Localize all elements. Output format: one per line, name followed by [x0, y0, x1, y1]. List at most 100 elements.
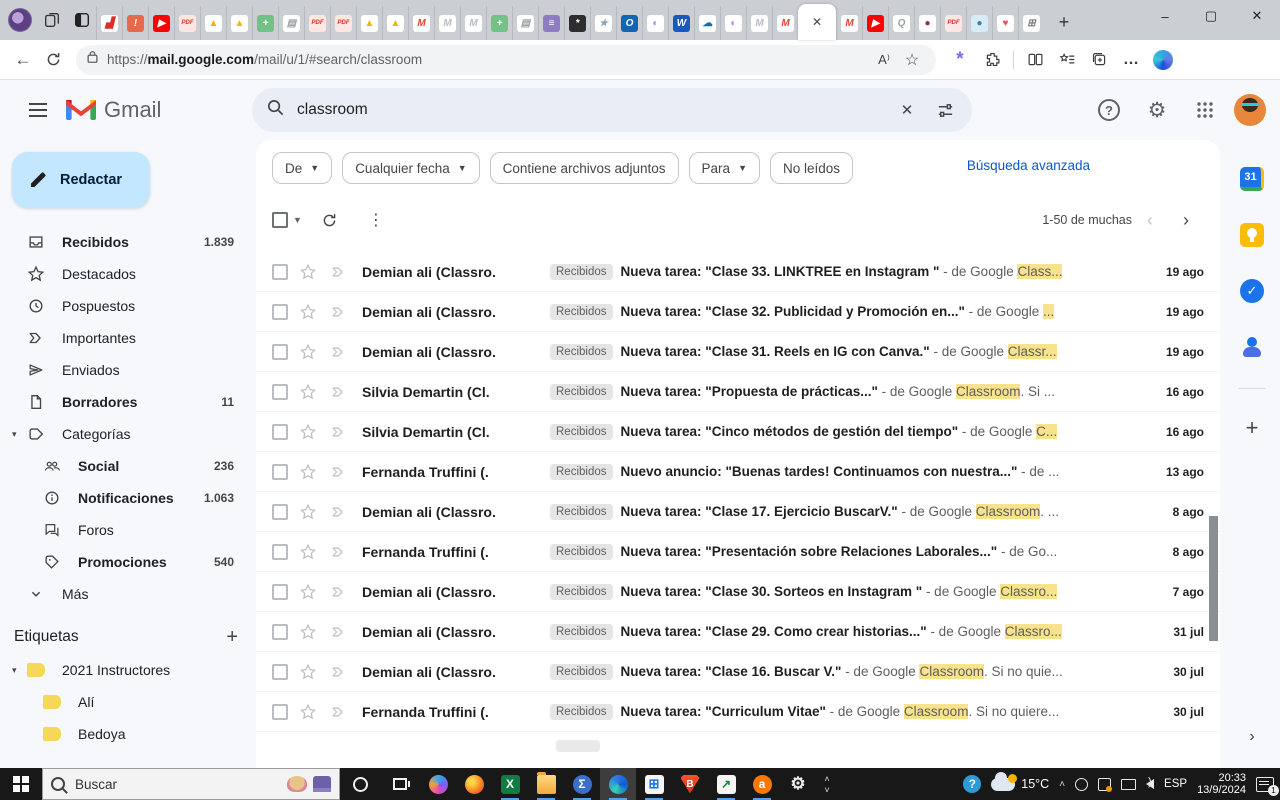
- importance-marker-icon[interactable]: [328, 503, 348, 521]
- email-row[interactable]: Demian ali (Classro. Recibidos Nueva tar…: [256, 492, 1220, 532]
- pinned-tab-sheets[interactable]: +: [252, 6, 278, 40]
- google-apps-grid-icon[interactable]: [1186, 91, 1224, 129]
- importance-marker-icon[interactable]: [328, 383, 348, 401]
- star-icon[interactable]: [298, 463, 318, 481]
- pinned-tab-word[interactable]: W: [668, 6, 694, 40]
- tab-close-icon[interactable]: ✕: [812, 15, 822, 29]
- extensions-puzzle-icon[interactable]: [978, 46, 1006, 74]
- favorite-star-icon[interactable]: ☆: [898, 50, 926, 70]
- importance-marker-icon[interactable]: [328, 663, 348, 681]
- star-icon[interactable]: [298, 423, 318, 441]
- pinned-tab-gmail[interactable]: M: [836, 6, 862, 40]
- taskbar-app-firefox[interactable]: [456, 768, 492, 800]
- pinned-tab-mail-muted[interactable]: M: [746, 6, 772, 40]
- sidebar-item-enviados[interactable]: Enviados: [0, 354, 256, 386]
- tray-icon-volume[interactable]: [1146, 776, 1155, 789]
- start-button[interactable]: [0, 768, 42, 800]
- more-actions-icon[interactable]: ⋮: [358, 202, 394, 238]
- sidebar-item-promociones[interactable]: Promociones 540: [0, 546, 256, 578]
- email-checkbox[interactable]: [272, 343, 288, 360]
- filter-chip-contiene-archivos-adjuntos[interactable]: Contiene archivos adjuntos: [489, 152, 679, 184]
- task-view-button[interactable]: [380, 768, 420, 800]
- list-scrollbar[interactable]: [1209, 376, 1218, 768]
- get-addons-icon[interactable]: +: [1246, 415, 1259, 441]
- pinned-tab-drive[interactable]: ▲: [226, 6, 252, 40]
- pinned-tab-circle-darkred[interactable]: ●: [914, 6, 940, 40]
- help-icon[interactable]: ?: [1090, 91, 1128, 129]
- importance-marker-icon[interactable]: [328, 263, 348, 281]
- label-item-2021-instructores[interactable]: ▾ 2021 Instructores: [0, 654, 256, 686]
- email-checkbox[interactable]: [272, 583, 288, 600]
- split-screen-icon[interactable]: [1021, 46, 1049, 74]
- pinned-tab-loop-purple[interactable]: ◐: [720, 6, 746, 40]
- taskbar-app-brave[interactable]: B: [672, 768, 708, 800]
- refresh-icon[interactable]: [312, 202, 348, 238]
- clear-search-icon[interactable]: ✕: [888, 91, 926, 129]
- workspaces-icon[interactable]: [42, 10, 62, 30]
- taskbar-scroll-chevrons[interactable]: ˄ ˅: [816, 768, 838, 800]
- email-checkbox[interactable]: [272, 543, 288, 560]
- account-avatar[interactable]: [1234, 94, 1266, 126]
- email-row[interactable]: Demian ali (Classro. Recibidos Nueva tar…: [256, 612, 1220, 652]
- email-row[interactable]: Demian ali (Classro. Recibidos Nueva tar…: [256, 332, 1220, 372]
- taskbar-app-stocks[interactable]: ↗: [708, 768, 744, 800]
- select-dropdown-icon[interactable]: ▼: [293, 215, 302, 225]
- newer-page-icon[interactable]: ‹: [1132, 210, 1168, 231]
- filter-chip-no-le-dos[interactable]: No leídos: [769, 152, 854, 184]
- tasks-icon[interactable]: ✓: [1237, 276, 1267, 306]
- sidebar-item-recibidos[interactable]: Recibidos 1.839: [0, 226, 256, 258]
- language-indicator[interactable]: ESP: [1164, 778, 1187, 790]
- select-all-checkbox[interactable]: [272, 212, 288, 228]
- pinned-tab-mail-muted[interactable]: M: [460, 6, 486, 40]
- taskbar-search-box[interactable]: Buscar: [42, 768, 340, 800]
- email-checkbox[interactable]: [272, 623, 288, 640]
- label-item-bedoya[interactable]: Bedoya: [0, 718, 256, 750]
- calendar-icon[interactable]: 31: [1237, 164, 1267, 194]
- pinned-tab-alert-orange[interactable]: !: [122, 6, 148, 40]
- sidebar-item-m-s[interactable]: Más: [0, 578, 256, 610]
- email-row[interactable]: Demian ali (Classro. Recibidos Nueva tar…: [256, 572, 1220, 612]
- star-icon[interactable]: [298, 263, 318, 281]
- star-icon[interactable]: [298, 703, 318, 721]
- email-row[interactable]: Silvia Demartin (Cl. Recibidos Nueva tar…: [256, 412, 1220, 452]
- active-tab[interactable]: ✕: [798, 4, 836, 40]
- taskbar-app-edge[interactable]: [600, 768, 636, 800]
- scrollbar-thumb[interactable]: [1209, 516, 1218, 641]
- cortana-button[interactable]: [340, 768, 380, 800]
- importance-marker-icon[interactable]: [328, 423, 348, 441]
- importance-marker-icon[interactable]: [328, 303, 348, 321]
- star-icon[interactable]: [298, 343, 318, 361]
- address-bar[interactable]: https://mail.google.com/mail/u/1/#search…: [76, 44, 936, 75]
- filter-chip-para[interactable]: Para ▼: [688, 152, 760, 184]
- taskbar-app-microsoft-store[interactable]: ⊞: [636, 768, 672, 800]
- pinned-tab-heart[interactable]: ♥: [992, 6, 1018, 40]
- email-row[interactable]: Demian ali (Classro. Recibidos Nueva tar…: [256, 292, 1220, 332]
- side-panel-expand-icon[interactable]: ›: [1249, 728, 1254, 746]
- new-tab-button[interactable]: +: [1050, 8, 1078, 36]
- email-checkbox[interactable]: [272, 663, 288, 680]
- importance-marker-icon[interactable]: [328, 623, 348, 641]
- importance-marker-icon[interactable]: [328, 463, 348, 481]
- advanced-search-link[interactable]: Búsqueda avanzada: [967, 158, 1090, 173]
- label-item-al-[interactable]: Alí: [0, 686, 256, 718]
- star-icon[interactable]: [298, 543, 318, 561]
- extension-snowflake-icon[interactable]: *: [946, 46, 974, 74]
- pinned-tab-pdf[interactable]: PDF: [940, 6, 966, 40]
- email-row[interactable]: Fernanda Truffini (. Recibidos Nueva tar…: [256, 532, 1220, 572]
- email-row[interactable]: Demian ali (Classro. Recibidos Nueva tar…: [256, 652, 1220, 692]
- tab-actions-icon[interactable]: [72, 10, 92, 30]
- pinned-tab-pdf[interactable]: PDF: [304, 6, 330, 40]
- pinned-tab-mail-muted[interactable]: M: [434, 6, 460, 40]
- star-icon[interactable]: [298, 583, 318, 601]
- sidebar-item-notificaciones[interactable]: Notificaciones 1.063: [0, 482, 256, 514]
- pinned-tab-analytics[interactable]: ▟: [96, 6, 122, 40]
- pinned-tab-drive[interactable]: ▲: [382, 6, 408, 40]
- importance-marker-icon[interactable]: [328, 343, 348, 361]
- sidebar-item-social[interactable]: Social 236: [0, 450, 256, 482]
- taskbar-app-file-explorer[interactable]: [528, 768, 564, 800]
- show-hidden-icons-chevron[interactable]: ˄: [1059, 779, 1065, 790]
- search-bar[interactable]: classroom ✕: [252, 88, 972, 132]
- pinned-tab-star-muted[interactable]: ★: [590, 6, 616, 40]
- importance-marker-icon[interactable]: [328, 543, 348, 561]
- importance-marker-icon[interactable]: [328, 703, 348, 721]
